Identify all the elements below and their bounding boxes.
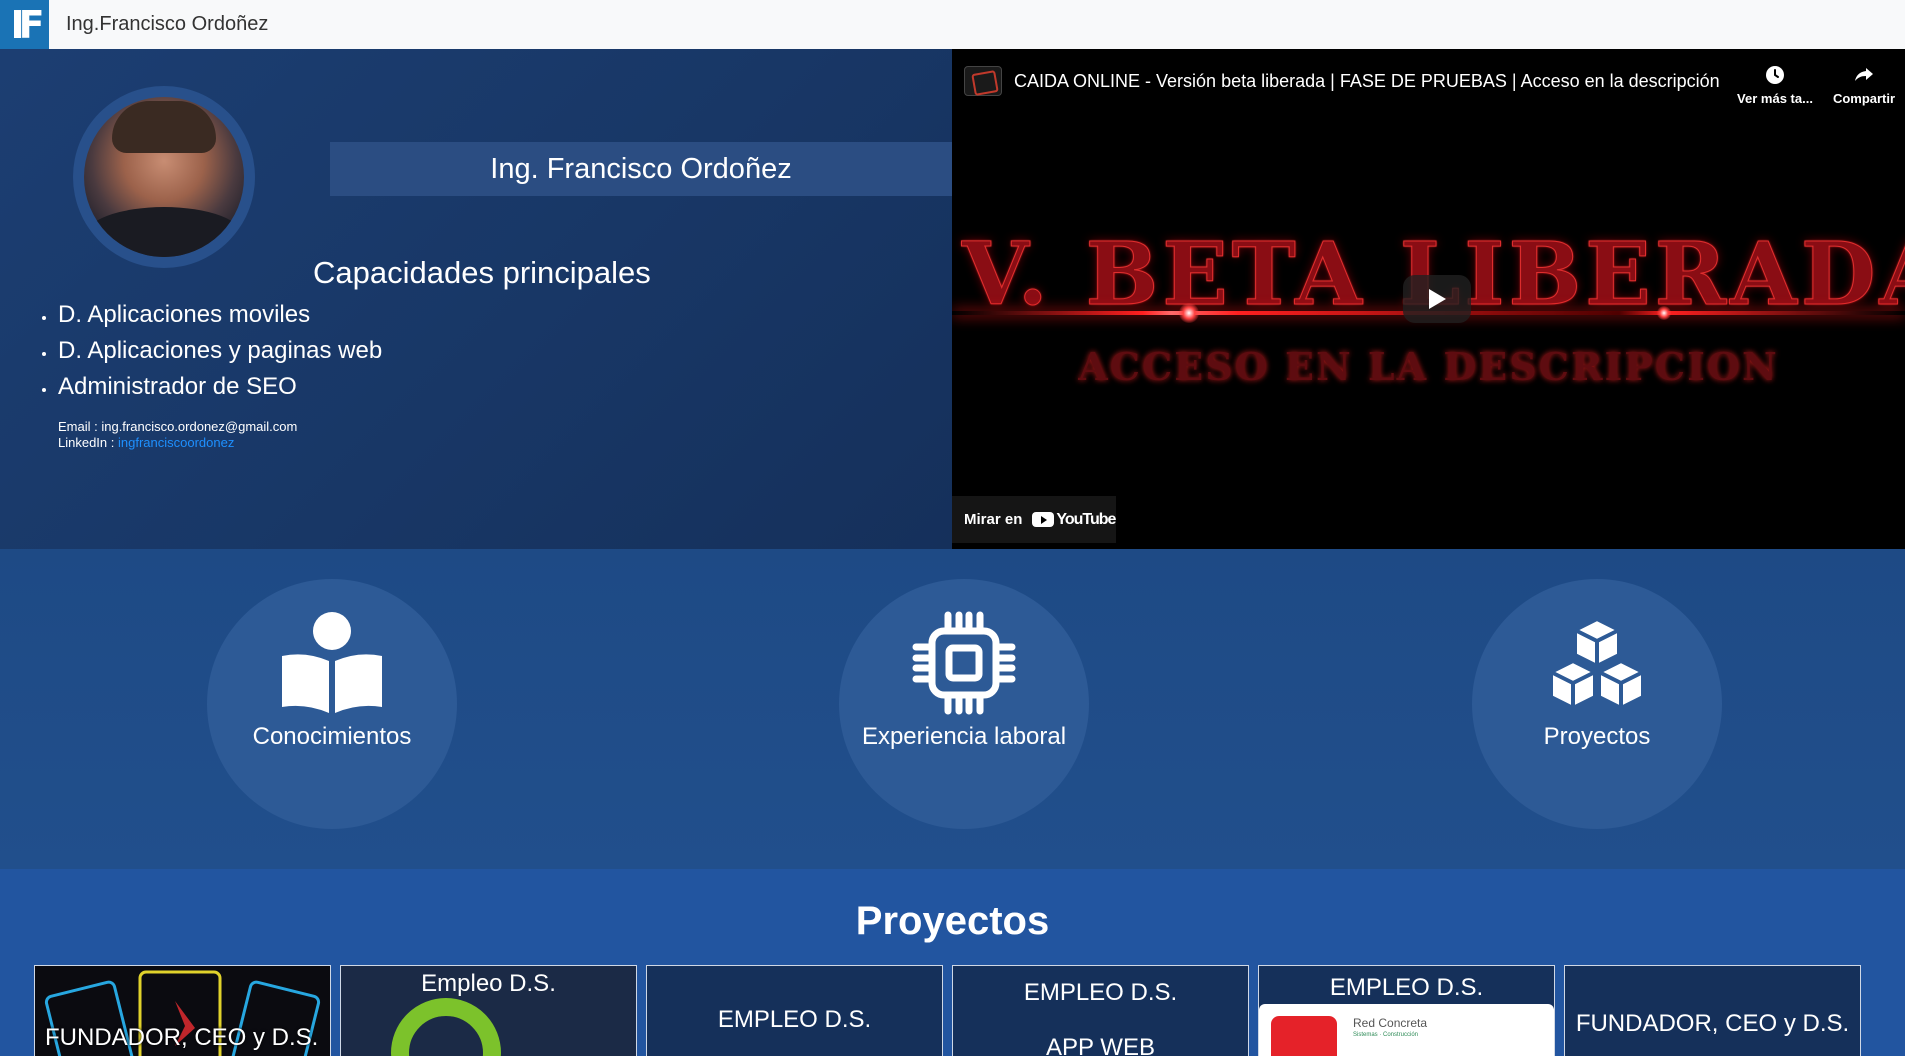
- watch-later-label: Ver más ta...: [1737, 91, 1813, 106]
- app-icon: [1271, 1016, 1337, 1056]
- thumbnail-flare: [1179, 303, 1199, 323]
- watch-later-button[interactable]: Ver más ta...: [1730, 63, 1820, 106]
- features-section: Conocimientos Experiencia laboral Proyec…: [0, 549, 1905, 869]
- bullet-icon: [42, 388, 46, 392]
- feature-label: Proyectos: [1543, 723, 1651, 750]
- microchip-icon: [912, 611, 1016, 715]
- brand-title[interactable]: Ing.Francisco Ordoñez: [66, 13, 268, 36]
- book-reader-icon: [280, 611, 384, 715]
- project-card[interactable]: FUNDADOR, CEO y D.S.: [34, 965, 331, 1056]
- skill-item: D. Aplicaciones y paginas web: [42, 333, 382, 369]
- avatar: [84, 97, 244, 257]
- youtube-embed[interactable]: CAIDA ONLINE - Versión beta liberada | F…: [952, 49, 1905, 549]
- project-logo-ring: [391, 998, 501, 1056]
- projects-title: Proyectos: [855, 899, 1050, 943]
- project-card[interactable]: EMPLEO D.S. Red Concreta Sistemas · Cons…: [1258, 965, 1555, 1056]
- thumbnail-flare: [1657, 306, 1671, 320]
- share-button[interactable]: Compartir: [1828, 63, 1900, 106]
- skills-title: Capacidades principales: [313, 255, 651, 290]
- app-subtitle: Sistemas · Construcción: [1353, 1032, 1419, 1038]
- project-card[interactable]: EMPLEO D.S. APP WEB: [952, 965, 1249, 1056]
- project-cards: FUNDADOR, CEO y D.S. Empleo D.S. EMPLEO …: [34, 965, 1861, 1056]
- skill-label: Administrador de SEO: [58, 373, 297, 400]
- linkedin-link[interactable]: ingfranciscoordonez: [118, 435, 234, 450]
- feature-knowledge[interactable]: Conocimientos: [207, 579, 457, 829]
- skill-item: D. Aplicaciones moviles: [42, 297, 382, 333]
- navbar: IF Ing.Francisco Ordoñez: [0, 0, 1905, 49]
- clock-icon: [1766, 66, 1784, 84]
- email-text: Email : ing.francisco.ordonez@gmail.com: [58, 419, 298, 434]
- youtube-logo: YouTube: [1032, 510, 1116, 529]
- project-card[interactable]: FUNDADOR, CEO y D.S.: [1564, 965, 1861, 1056]
- project-card[interactable]: EMPLEO D.S.: [646, 965, 943, 1056]
- share-icon: [1855, 68, 1873, 81]
- project-card-sublabel: APP WEB: [1046, 1034, 1155, 1056]
- channel-avatar-icon[interactable]: [964, 66, 1002, 96]
- skill-item: Administrador de SEO: [42, 369, 382, 405]
- thumbnail-subline: ACCESO EN LA DESCRIPCION: [1078, 344, 1779, 389]
- feature-label: Conocimientos: [252, 723, 412, 750]
- bullet-icon: [42, 316, 46, 320]
- projects-section: Proyectos FUNDADOR, CEO y D.S. Empleo D.…: [0, 869, 1905, 1056]
- cubes-icon: [1545, 611, 1649, 715]
- feature-experience[interactable]: Experiencia laboral: [839, 579, 1089, 829]
- project-card-label: Empleo D.S.: [421, 970, 556, 997]
- logo-text: IF: [10, 2, 44, 47]
- logo[interactable]: IF: [0, 0, 49, 49]
- video-header: CAIDA ONLINE - Versión beta liberada | F…: [952, 49, 1905, 119]
- bullet-icon: [42, 352, 46, 356]
- watch-on-youtube-button[interactable]: Mirar en YouTube: [952, 496, 1116, 543]
- feature-label: Experiencia laboral: [861, 723, 1067, 750]
- hero-section: Ing. Francisco Ordoñez Capacidades princ…: [0, 49, 952, 549]
- app-name: Red Concreta: [1353, 1016, 1428, 1030]
- youtube-play-icon: [1032, 512, 1055, 527]
- linkedin-label: LinkedIn :: [58, 435, 118, 450]
- share-label: Compartir: [1832, 91, 1896, 106]
- contact-info: Email : ing.francisco.ordonez@gmail.com …: [58, 419, 297, 451]
- project-card-label: EMPLEO D.S.: [1329, 974, 1484, 1001]
- project-card[interactable]: Empleo D.S.: [340, 965, 637, 1056]
- project-card-label: EMPLEO D.S.: [717, 1006, 872, 1033]
- profile-name: Ing. Francisco Ordoñez: [330, 142, 952, 196]
- project-card-label: FUNDADOR, CEO y D.S.: [45, 1024, 319, 1051]
- skill-label: D. Aplicaciones y paginas web: [58, 337, 383, 364]
- play-icon: [1429, 289, 1446, 309]
- play-button[interactable]: [1403, 275, 1471, 323]
- youtube-wordmark: YouTube: [1056, 510, 1116, 528]
- project-card-label: EMPLEO D.S.: [1023, 979, 1178, 1006]
- watch-on-label: Mirar en: [964, 511, 1023, 528]
- avatar-ring: [73, 86, 255, 268]
- feature-projects[interactable]: Proyectos: [1472, 579, 1722, 829]
- skills-list: D. Aplicaciones moviles D. Aplicaciones …: [42, 297, 382, 405]
- project-card-label: FUNDADOR, CEO y D.S.: [1575, 1010, 1850, 1037]
- skill-label: D. Aplicaciones moviles: [58, 301, 311, 328]
- video-title[interactable]: CAIDA ONLINE - Versión beta liberada | F…: [1014, 71, 1720, 92]
- linkedin-row: LinkedIn : ingfranciscoordonez: [58, 435, 297, 451]
